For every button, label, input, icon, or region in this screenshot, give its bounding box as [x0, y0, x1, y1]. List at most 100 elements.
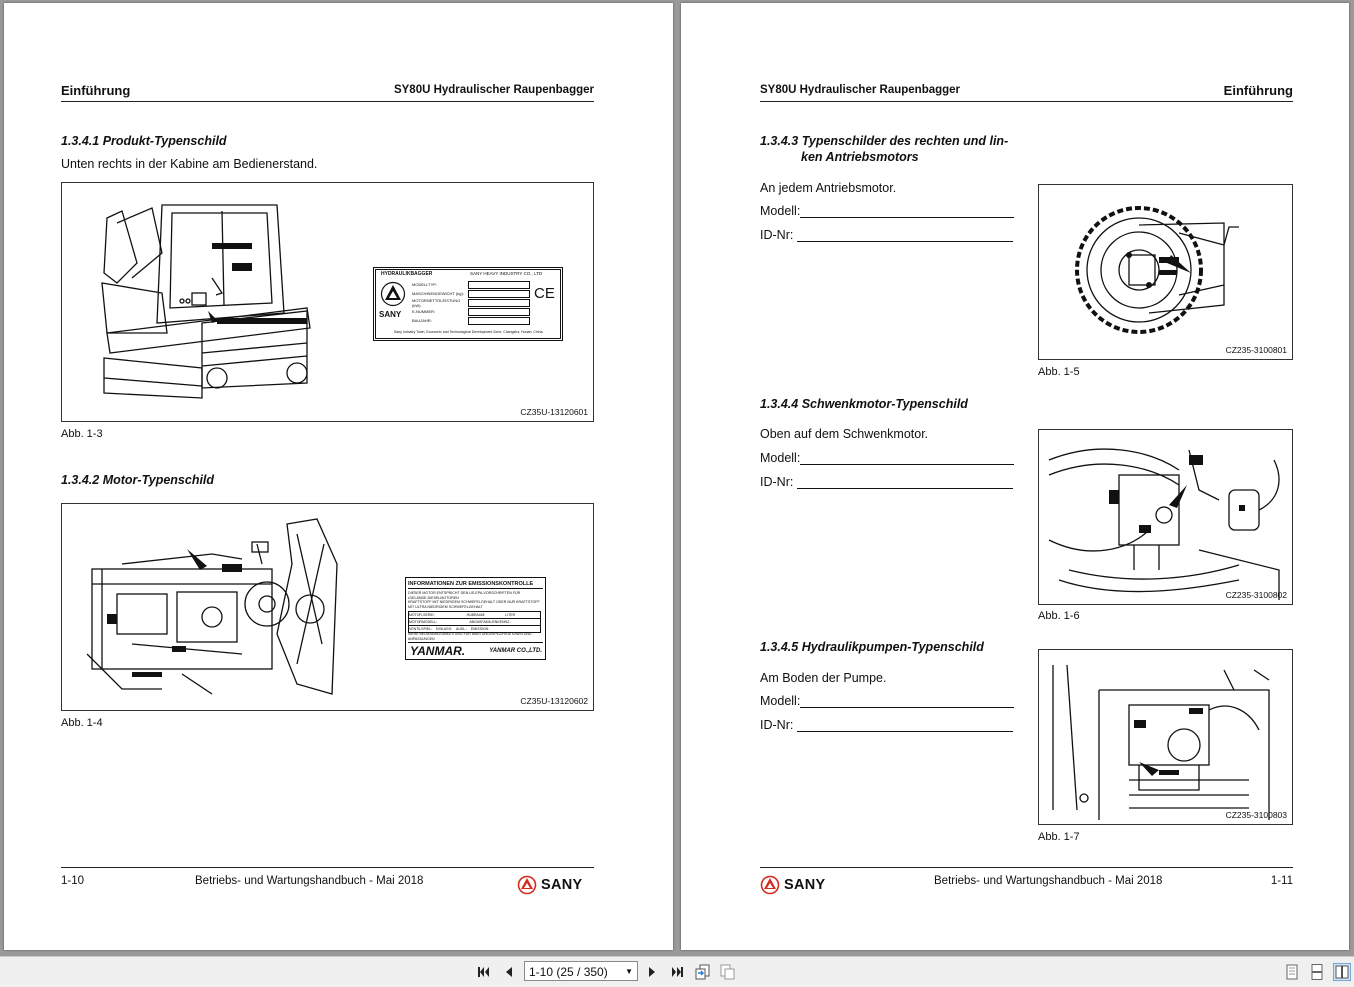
section-title-1343: 1.3.4.3 Typenschilder des rechten und li…	[760, 133, 1008, 165]
figure-code: CZ35U-13120602	[520, 696, 588, 706]
emission-cell: VENTILSPIEL:	[409, 627, 433, 631]
previous-page-icon[interactable]	[500, 963, 518, 981]
emission-note: SIEHE BEDIENUNGSANLEITUNG FÜR WARTUNGSSP…	[408, 632, 534, 641]
section-title-1345: 1.3.4.5 Hydraulikpumpen-Typenschild	[760, 640, 984, 654]
swing-motor-drawing	[1048, 448, 1280, 600]
sany-logo-text: SANY	[541, 877, 583, 893]
emission-line: MIT ULTRA NIEDRIGEM SCHWEFELGEHALT	[408, 604, 483, 609]
id-line	[796, 476, 1013, 489]
sany-logo-icon	[517, 875, 537, 895]
section-text-1345: Am Boden der Pumpe.	[760, 671, 887, 685]
section-title-1341: 1.3.4.1 Produkt-Typenschild	[61, 134, 227, 148]
emission-cell: HUBRAUM:	[466, 613, 486, 617]
section-title-1342: 1.3.4.2 Motor-Typenschild	[61, 473, 215, 487]
modell-line	[800, 205, 1015, 218]
section-title-line: ken Antriebsmotors	[801, 150, 919, 164]
document-page-right: SY80U Hydraulischer Raupenbagger Einführ…	[681, 3, 1349, 950]
emission-cell: AUSL.:	[455, 627, 468, 631]
go-forward-view-icon[interactable]	[719, 963, 737, 981]
document-page-left: Einführung SY80U Hydraulischer Raupenbag…	[4, 3, 673, 950]
footer-page-number: 1-11	[1270, 875, 1293, 887]
continuous-view-icon[interactable]	[1308, 963, 1326, 981]
travel-motor-drawing	[1075, 206, 1239, 334]
id-line	[796, 229, 1013, 242]
modell-field-1344: Modell:	[760, 451, 1015, 465]
footer-title: Betriebs- und Wartungshandbuch - Mai 201…	[195, 875, 424, 887]
plate-title: HYDRAULIKBAGGER	[381, 271, 433, 277]
go-back-view-icon[interactable]	[694, 963, 712, 981]
figure-code: CZ235-3100801	[1225, 345, 1287, 355]
last-page-icon[interactable]	[668, 963, 686, 981]
sany-footer-logo: SANY	[760, 875, 826, 895]
figure-code: CZ235-3100803	[1225, 810, 1287, 820]
plate-company: SANY HEAVY INDUSTRY CO., LTD	[470, 271, 543, 276]
single-page-view-icon[interactable]	[1283, 963, 1301, 981]
sany-footer-logo: SANY	[517, 875, 583, 895]
modell-label: Modell:	[760, 694, 801, 708]
figure-caption: Abb. 1-6	[1038, 610, 1080, 622]
header-chapter: Einführung	[1223, 83, 1293, 98]
figure-caption: Abb. 1-4	[61, 717, 103, 729]
id-field-1344: ID-Nr:	[760, 475, 1013, 489]
modell-line	[800, 452, 1015, 465]
chevron-down-icon: ▼	[625, 967, 633, 976]
figure-product-plate: HYDRAULIKBAGGER SANY HEAVY INDUSTRY CO.,…	[61, 182, 594, 422]
emission-line: KRAFTSTOFF MIT NIEDRIGEM SCHWEFELGEHALT …	[408, 600, 540, 604]
plate-row-label: BAUJAHR:	[412, 318, 432, 323]
product-nameplate: HYDRAULIKBAGGER SANY HEAVY INDUSTRY CO.,…	[373, 267, 563, 341]
emission-cell: ABGASFAMILIENKENNZ.:	[469, 620, 512, 624]
figure-code: CZ35U-13120601	[520, 407, 588, 417]
emission-line: DIESER MOTOR ENTSPRICHT DEN US-EPA-VORSC…	[408, 591, 521, 595]
plate-row-label: MASCHINENGEWICHT (kg):	[412, 291, 464, 296]
id-label: ID-Nr:	[760, 228, 794, 242]
emission-cell: MOTOR-SERIE:	[409, 613, 435, 617]
modell-field-1343: Modell:	[760, 204, 1015, 218]
emission-text: DIESER MOTOR ENTSPRICHT DEN US-EPA-VORSC…	[408, 591, 540, 609]
figure-engine-plate: INFORMATIONEN ZUR EMISSIONSKONTROLLE DIE…	[61, 503, 594, 711]
emission-cell: EMISSION:	[471, 627, 490, 631]
figure-travel-motor: CZ235-3100801	[1038, 184, 1293, 360]
hydraulic-pump-drawing	[1052, 664, 1270, 820]
plate-fields: MODELLTYP: MASCHINENGEWICHT (kg): MOTORN…	[412, 280, 530, 325]
header-rule	[760, 101, 1293, 102]
viewer-toolbar: 1-10 (25 / 350) ▼	[0, 956, 1354, 987]
modell-label: Modell:	[760, 204, 801, 218]
emission-label: INFORMATIONEN ZUR EMISSIONSKONTROLLE DIE…	[405, 577, 546, 660]
yanmar-company: YANMAR CO.,LTD.	[489, 648, 542, 654]
sany-plate-logo-icon	[380, 281, 406, 307]
first-page-icon[interactable]	[475, 963, 493, 981]
page-number-select[interactable]: 1-10 (25 / 350) ▼	[524, 961, 638, 981]
yanmar-logo: YANMAR.	[410, 644, 466, 658]
id-field-1345: ID-Nr:	[760, 718, 1013, 732]
plate-row-label: E-NUMMER:	[412, 309, 436, 314]
id-line	[796, 719, 1013, 732]
emission-cell: LITER	[505, 613, 516, 617]
section-title-line: 1.3.4.3 Typenschilder des rechten und li…	[760, 134, 1009, 148]
figure-swing-motor: CZ235-3100802	[1038, 429, 1293, 605]
figure-code: CZ235-3100802	[1225, 590, 1287, 600]
footer-page-number: 1-10	[61, 875, 85, 887]
next-page-icon[interactable]	[643, 963, 661, 981]
modell-field-1345: Modell:	[760, 694, 1015, 708]
section-text-1343: An jedem Antriebsmotor.	[760, 181, 897, 195]
emission-cell: MOTORMODELL:	[409, 620, 438, 624]
header-model: SY80U Hydraulischer Raupenbagger	[760, 84, 961, 96]
emission-cell: EINLASS:	[436, 627, 452, 631]
plate-footer: Sany Industry Town, Economic and Technol…	[394, 330, 543, 334]
header-model: SY80U Hydraulischer Raupenbagger	[393, 84, 594, 96]
footer-title: Betriebs- und Wartungshandbuch - Mai 201…	[934, 875, 1163, 887]
sany-logo-text: SANY	[784, 877, 826, 893]
page-number-value: 1-10 (25 / 350)	[529, 965, 608, 979]
section-text-1341: Unten rechts in der Kabine am Bedienerst…	[61, 157, 318, 171]
figure-caption: Abb. 1-3	[61, 428, 103, 440]
id-field-1343: ID-Nr:	[760, 228, 1013, 242]
ce-mark: CE	[534, 285, 555, 302]
header-chapter: Einführung	[61, 83, 131, 98]
plate-row-label: MOTORNETTOLEISTUNG (kW):	[412, 297, 461, 308]
header-rule	[61, 101, 594, 102]
figure-caption: Abb. 1-7	[1038, 831, 1080, 843]
id-label: ID-Nr:	[760, 475, 794, 489]
id-label: ID-Nr:	[760, 718, 794, 732]
two-page-view-icon[interactable]	[1333, 963, 1351, 981]
figure-hydraulic-pump: CZ235-3100803	[1038, 649, 1293, 825]
